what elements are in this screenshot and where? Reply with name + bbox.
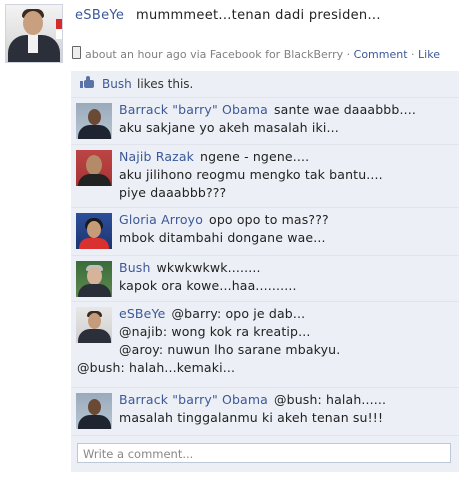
comment-text: wkwkwkwk........: [156, 260, 261, 275]
comment-text: ngene - ngene....: [200, 149, 310, 164]
comment-text: @bush: halah...kemaki...: [77, 360, 236, 375]
commenter-name[interactable]: eSBeYe: [119, 306, 165, 321]
like-link[interactable]: Like: [418, 48, 440, 61]
comment-item: Barrack "barry" Obama sante wae daaabbb..…: [71, 98, 459, 145]
post-status-text: mummmeet...tenan dadi presiden...: [136, 8, 381, 23]
author-avatar[interactable]: [5, 4, 63, 63]
comment-text: aku sakjane yo akeh masalah iki...: [119, 120, 339, 135]
commenter-avatar[interactable]: [76, 103, 112, 139]
comment-text: kapok ora kowe...haa..........: [119, 278, 297, 293]
post-author-name[interactable]: eSBeYe: [75, 8, 124, 23]
write-comment-area: Write a comment...: [71, 436, 459, 472]
commenter-name[interactable]: Gloria Arroyo: [119, 212, 203, 227]
thumbs-up-icon: [80, 76, 94, 89]
commenter-avatar[interactable]: [76, 213, 112, 249]
comment-item: Bush wkwkwkwk........ kapok ora kowe...ha…: [71, 256, 459, 302]
comment-item: Barrack "barry" Obama @bush: halah...... …: [71, 388, 459, 436]
comment-text: mbok ditambahi dongane wae...: [119, 230, 326, 245]
comment-text: aku jilihono reogmu mengko tak bantu....: [119, 167, 383, 182]
liker-name[interactable]: Bush: [102, 77, 132, 91]
comment-input[interactable]: Write a comment...: [77, 443, 451, 463]
likes-text: likes this.: [137, 77, 194, 91]
comment-text: @aroy: nuwun lho sarane mbakyu.: [119, 342, 341, 357]
comment-item: Najib Razak ngene - ngene.... aku jilihon…: [71, 145, 459, 208]
meta-separator: ·: [346, 48, 351, 61]
comment-item: Gloria Arroyo opo opo to mas??? mbok dita…: [71, 208, 459, 256]
comment-text: piye daaabbb???: [119, 185, 227, 200]
commenter-avatar[interactable]: [76, 150, 112, 186]
comment-item: eSBeYe @barry: opo je dab... @najib: wong…: [71, 302, 459, 388]
commenter-avatar[interactable]: [76, 307, 112, 343]
comment-text: opo opo to mas???: [209, 212, 329, 227]
comment-text: @najib: wong kok ra kreatip...: [119, 324, 311, 339]
post-time-via: about an hour ago via Facebook for Black…: [85, 48, 344, 61]
commenter-avatar[interactable]: [76, 393, 112, 429]
comment-text: @barry: opo je dab...: [171, 306, 306, 321]
commenter-name[interactable]: Bush: [119, 260, 151, 275]
meta-separator: ·: [411, 48, 415, 61]
comment-text: masalah tinggalanmu ki akeh tenan su!!!: [119, 410, 384, 425]
mobile-phone-icon: [72, 46, 81, 59]
comment-text: @bush: halah......: [273, 392, 387, 407]
post-meta: about an hour ago via Facebook for Black…: [72, 46, 440, 61]
commenter-name[interactable]: Najib Razak: [119, 149, 194, 164]
comment-link[interactable]: Comment: [354, 48, 408, 61]
commenter-name[interactable]: Barrack "barry" Obama: [119, 102, 268, 117]
facebook-status-post: eSBeYe mummmeet...tenan dadi presiden...…: [0, 0, 472, 480]
commenter-avatar[interactable]: [76, 261, 112, 297]
comment-text: sante wae daaabbb....: [273, 102, 416, 117]
commenter-name[interactable]: Barrack "barry" Obama: [119, 392, 268, 407]
likes-bar: Bush likes this.: [71, 71, 459, 98]
